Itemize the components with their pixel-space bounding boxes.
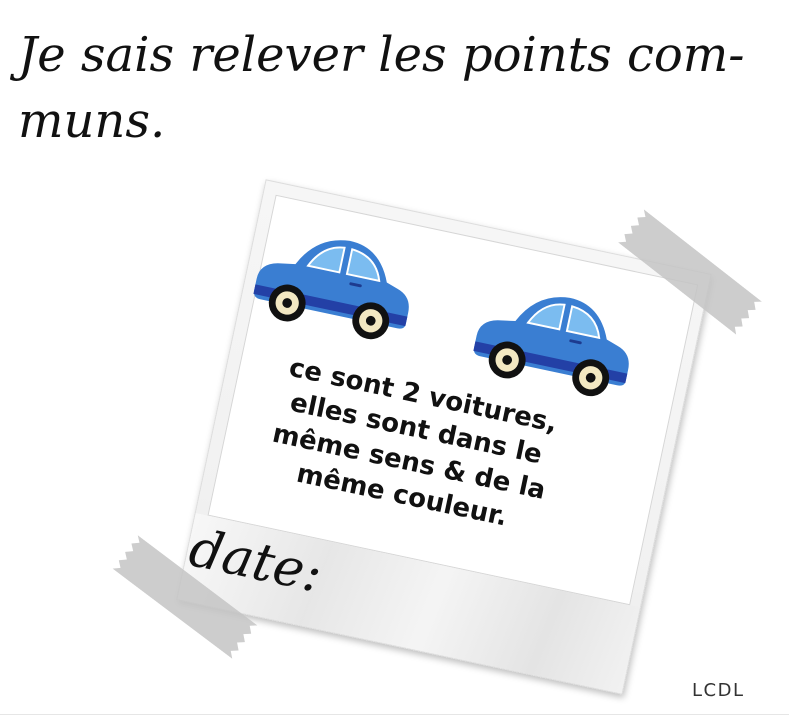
author-credit: LCDL — [692, 680, 745, 701]
polaroid-card: ce sont 2 voitures, elles sont dans le m… — [176, 179, 712, 695]
page-bottom-divider — [0, 714, 789, 715]
title-line-1: Je sais relever les points com- — [18, 27, 745, 83]
worksheet-title: Je sais relever les points com- muns. — [18, 22, 744, 154]
title-line-2: muns. — [18, 93, 166, 149]
